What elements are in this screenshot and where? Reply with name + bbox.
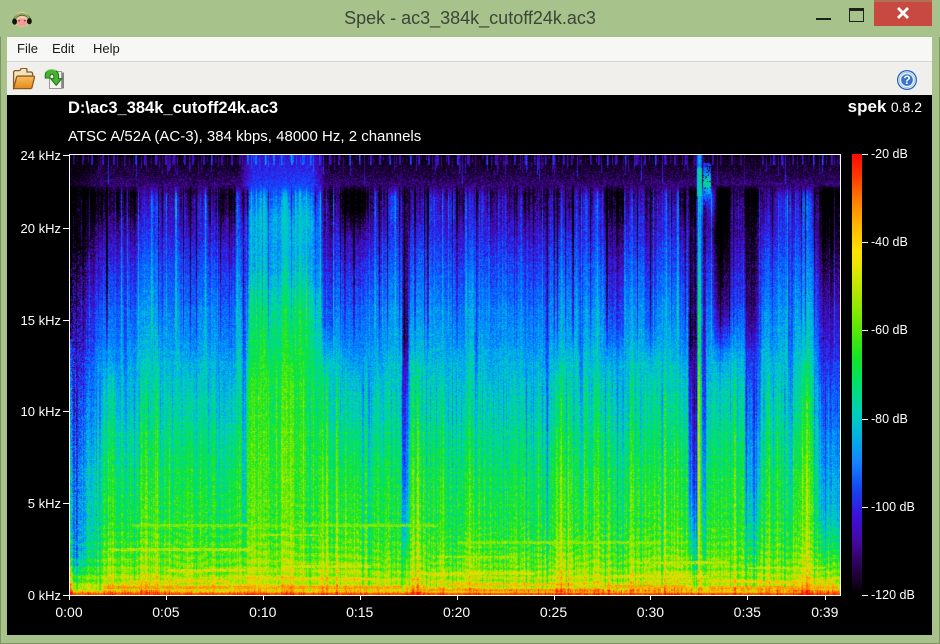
svg-text:?: ? (903, 73, 910, 87)
